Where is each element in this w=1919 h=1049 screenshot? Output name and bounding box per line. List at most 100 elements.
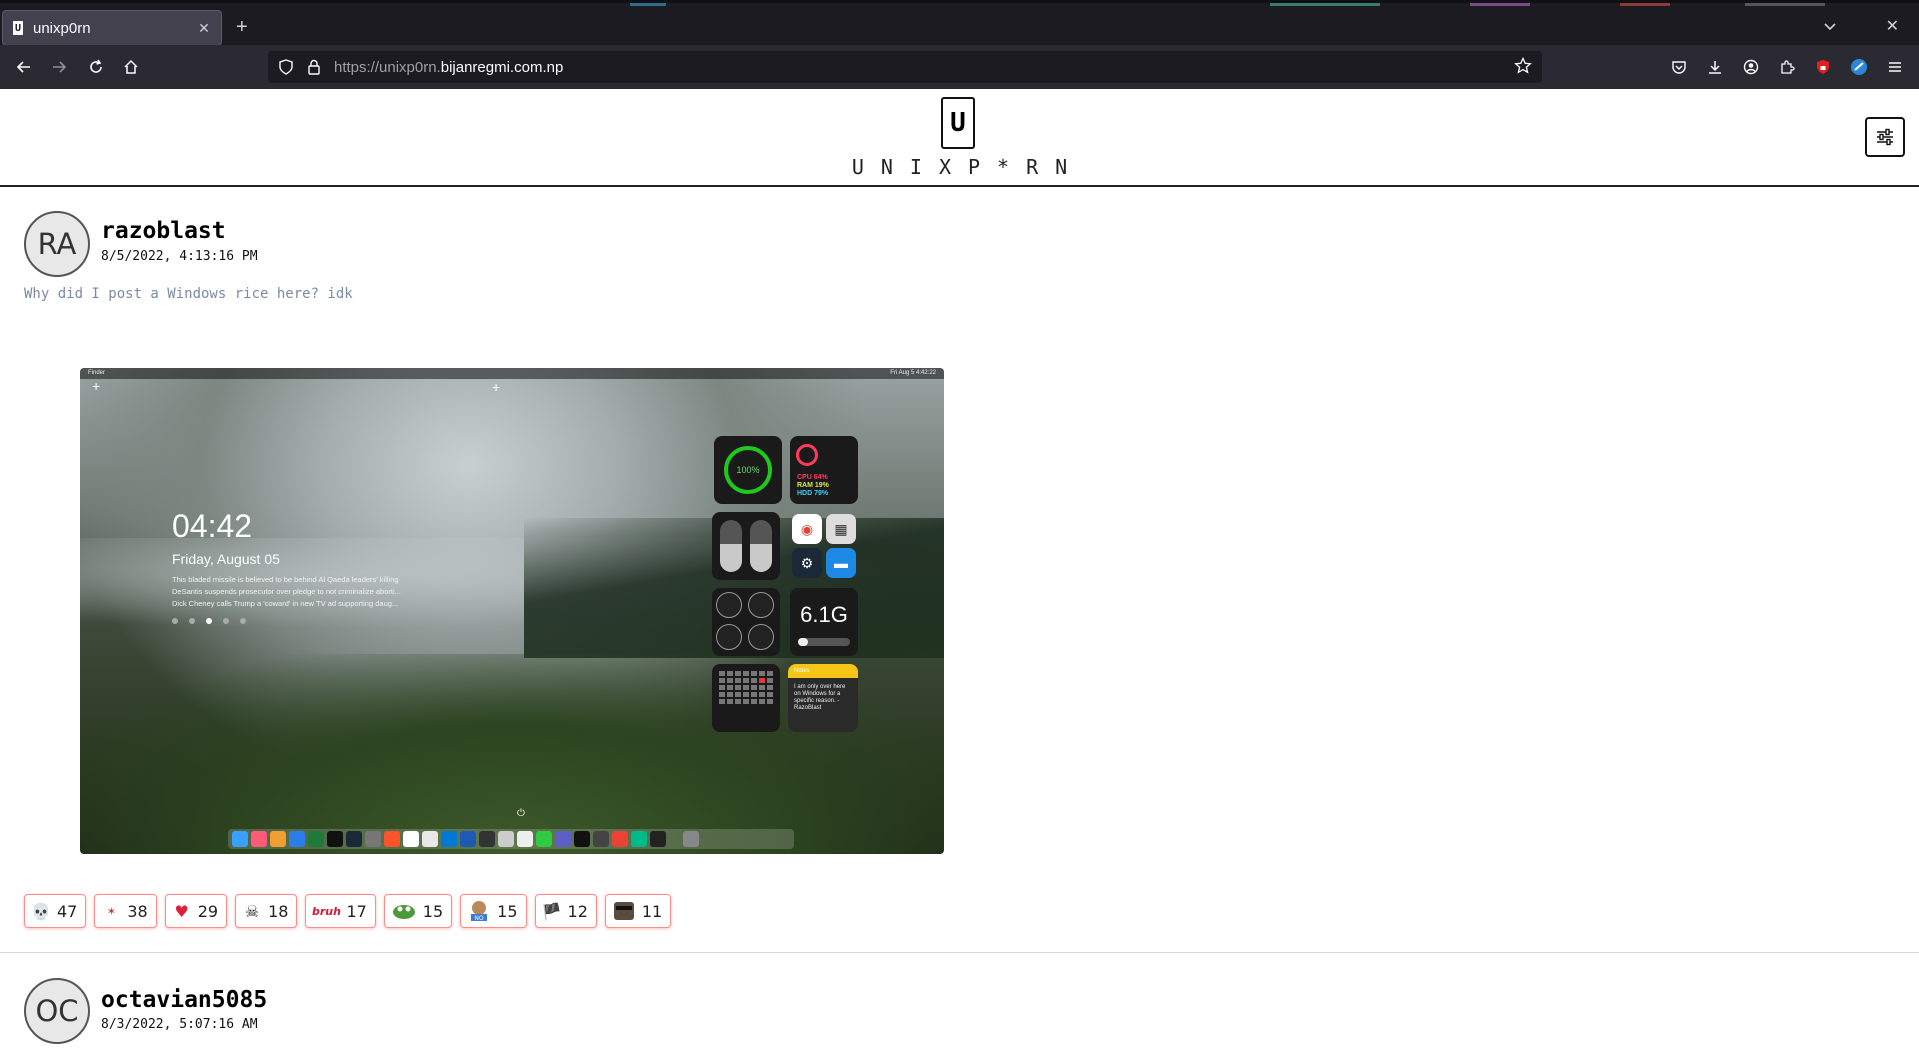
post-card: RA razoblast 8/5/2022, 4:13:16 PM Why di… — [0, 186, 1919, 953]
download-icon — [1709, 61, 1721, 74]
url-domain: bijanregmi.com.np — [440, 58, 564, 76]
address-bar[interactable]: https://unixp0rn.bijanregmi.com.np — [268, 51, 1542, 83]
hdd-stat: HDD 79% — [797, 490, 829, 497]
browser-tab-bar: U unixp0rn ✕ + ✕ — [0, 0, 1919, 46]
svg-text:NO: NO — [475, 915, 484, 922]
post-username[interactable]: octavian5085 — [101, 987, 267, 1013]
screenshot-menubar: Finder Fri Aug 5 4:42:22 — [80, 368, 944, 379]
url-text[interactable]: https://unixp0rn.bijanregmi.com.np — [334, 59, 563, 76]
activity-ring-icon — [796, 444, 818, 466]
arrow-left-icon — [16, 61, 30, 73]
reaction-button[interactable]: 15 — [383, 894, 453, 928]
post-screenshot-image[interactable]: Finder Fri Aug 5 4:42:22 + + 04:42 Frida… — [80, 368, 944, 854]
skull-crossbones-icon: ☠ — [244, 901, 260, 921]
shield-icon[interactable] — [276, 57, 296, 77]
reaction-count: 29 — [197, 901, 219, 921]
window-close-icon[interactable]: ✕ — [1886, 16, 1899, 36]
tabstrip-accent — [630, 3, 666, 6]
reaction-button[interactable]: bruh 17 — [305, 894, 376, 928]
cpu-stat: CPU 64% — [797, 474, 828, 481]
heart-icon: ♥ — [174, 901, 189, 921]
calendar-widget — [712, 664, 780, 732]
screenshot-menubar-right: Fri Aug 5 4:42:22 — [890, 370, 936, 376]
account-icon — [1743, 59, 1759, 75]
lock-icon[interactable] — [304, 57, 324, 77]
ublock-icon — [1817, 60, 1829, 74]
page-dots — [172, 618, 246, 624]
bitwarden-button[interactable] — [1847, 55, 1871, 79]
pocket-icon — [1672, 61, 1686, 74]
plus-icon: + — [492, 379, 501, 395]
screenshot-news: This bladed missile is believed to be be… — [172, 574, 412, 610]
post-username[interactable]: razoblast — [101, 218, 226, 244]
tabstrip-accent — [1470, 3, 1530, 6]
reload-button[interactable] — [84, 55, 108, 79]
url-prefix: https://unixp0rn. — [334, 58, 441, 76]
reaction-button[interactable]: ♥ 29 — [164, 894, 228, 928]
news-line: DeSantis suspends prosecutor over pledge… — [172, 587, 401, 596]
site-header: U UNIXP*RN — [0, 89, 1919, 187]
reaction-button[interactable]: 💀 47 — [24, 894, 87, 928]
extension-blue-icon — [1851, 59, 1867, 75]
ublock-button[interactable] — [1811, 55, 1835, 79]
hamburger-menu-icon — [1889, 62, 1901, 72]
settings-button[interactable] — [1865, 117, 1905, 157]
post-timestamp: 8/5/2022, 4:13:16 PM — [101, 249, 258, 264]
folder-icon: ▬ — [826, 548, 856, 578]
reaction-button[interactable]: NO 15 — [460, 894, 527, 928]
reaction-count: 15 — [422, 901, 444, 921]
pocket-button[interactable] — [1667, 55, 1691, 79]
tabstrip-accent — [1745, 3, 1825, 6]
tab-close-icon[interactable]: ✕ — [193, 20, 215, 37]
reaction-count: 11 — [641, 901, 663, 921]
post-timestamp: 8/3/2022, 5:07:16 AM — [101, 1017, 258, 1032]
forward-button[interactable] — [47, 55, 71, 79]
reaction-count: 12 — [567, 901, 588, 921]
steam-icon: ⚙ — [792, 548, 822, 578]
calculator-icon: ▦ — [826, 514, 856, 544]
avatar[interactable]: OC — [24, 978, 90, 1044]
avatar[interactable]: RA — [24, 211, 90, 277]
reaction-count: 47 — [57, 901, 78, 921]
post-card: OC octavian5085 8/3/2022, 5:07:16 AM — [0, 954, 1919, 1049]
battery-widget: 100% — [714, 436, 782, 504]
system-stats-widget: CPU 64% RAM 19% HDD 79% — [790, 436, 858, 504]
pepe-icon — [391, 901, 417, 921]
memory-widget: 6.1G — [790, 588, 858, 656]
extensions-button[interactable] — [1775, 55, 1799, 79]
arrow-right-icon — [53, 61, 67, 73]
bookmark-star-icon[interactable] — [1514, 56, 1532, 80]
account-button[interactable] — [1739, 55, 1763, 79]
skull-icon: 💀 — [31, 901, 51, 921]
reaction-count: 15 — [497, 901, 518, 921]
new-tab-button[interactable]: + — [236, 17, 248, 37]
post-caption: Why did I post a Windows rice here? idk — [24, 286, 353, 302]
tabstrip-accent — [1270, 3, 1380, 6]
puzzle-icon — [1781, 60, 1795, 74]
reaction-count: 17 — [346, 901, 367, 921]
home-icon — [124, 59, 138, 74]
home-button[interactable] — [119, 55, 143, 79]
notes-widget: Notes I am only over here on Windows for… — [788, 664, 858, 732]
reaction-button[interactable]: 11 — [604, 894, 672, 928]
browser-tab[interactable]: U unixp0rn ✕ — [2, 10, 222, 46]
site-logo[interactable]: U — [941, 97, 975, 149]
notes-title: Notes — [788, 664, 858, 678]
downloads-button[interactable] — [1703, 55, 1727, 79]
pirate-flag-icon: 🏴 — [541, 901, 562, 921]
reaction-button[interactable]: ☠ 18 — [235, 894, 298, 928]
app-menu-button[interactable] — [1883, 55, 1907, 79]
world-clocks-widget — [712, 588, 780, 656]
screenshot-date: Friday, August 05 — [172, 551, 280, 567]
chrome-icon: ◉ — [792, 514, 822, 544]
plus-icon: + — [92, 378, 101, 394]
bonk-icon: ✶ — [106, 904, 116, 918]
reaction-button[interactable]: ✶ 38 — [94, 894, 157, 928]
reactions-bar: 💀 47 ✶ 38 ♥ 29 ☠ 18 bruh 17 15 NO 15 🏴 12 11 — [24, 894, 672, 928]
dog-no-icon: NO — [467, 901, 491, 922]
app-shortcuts-widget: ◉ ▦ ⚙ ▬ — [790, 512, 858, 580]
reaction-count: 18 — [268, 901, 289, 921]
reaction-button[interactable]: 🏴 12 — [534, 894, 597, 928]
back-button[interactable] — [12, 55, 36, 79]
chevron-down-icon[interactable] — [1823, 19, 1837, 33]
